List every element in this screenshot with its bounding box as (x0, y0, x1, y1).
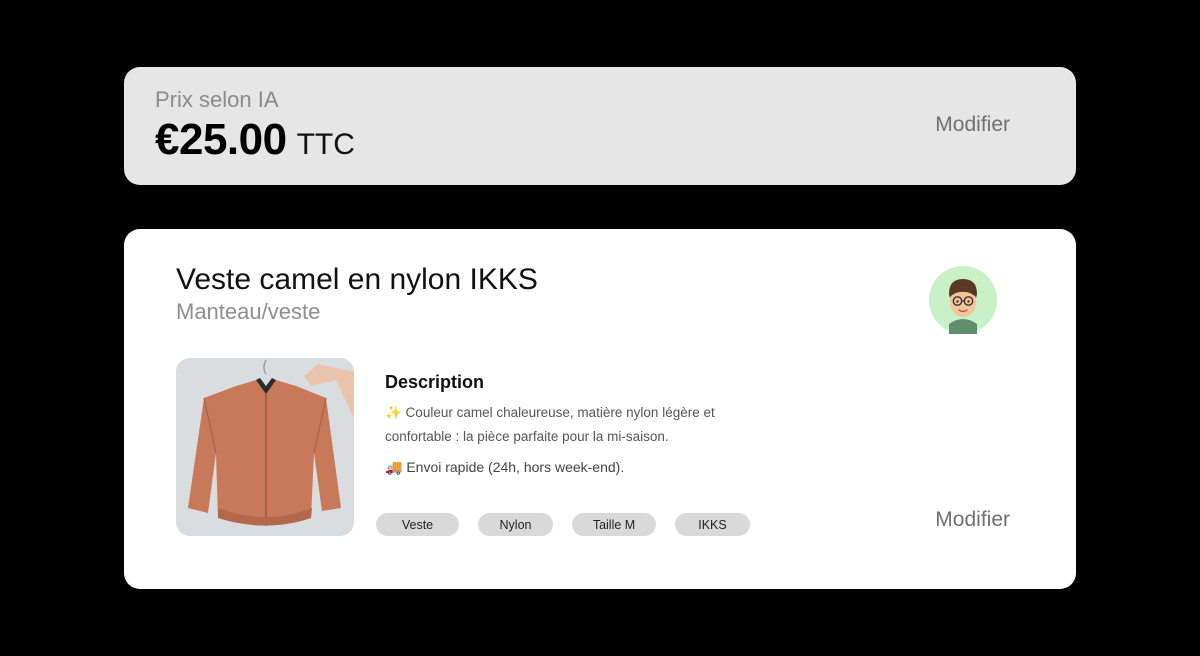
price-value: €25.00 (155, 115, 287, 164)
price-suffix: TTC (296, 128, 355, 161)
modify-price-button[interactable]: Modifier (935, 113, 1010, 137)
product-category: Manteau/veste (176, 299, 321, 324)
jacket-image (176, 358, 354, 536)
user-avatar-icon (949, 279, 977, 334)
product-photo (176, 358, 354, 536)
tag-nylon[interactable]: Nylon (478, 513, 553, 536)
tag-list: Veste Nylon Taille M IKKS (376, 513, 769, 536)
description-title: Description (385, 372, 485, 392)
tag-brand[interactable]: IKKS (675, 513, 750, 536)
price-row: €25.00 TTC (155, 115, 355, 165)
tag-veste[interactable]: Veste (376, 513, 459, 536)
price-label: Prix selon IA (155, 87, 279, 112)
product-title: Veste camel en nylon IKKS (176, 263, 538, 296)
price-card: Prix selon IA €25.00 TTC Modifier (124, 67, 1076, 185)
tag-taille[interactable]: Taille M (572, 513, 656, 536)
avatar[interactable] (929, 266, 997, 334)
modify-product-button[interactable]: Modifier (935, 508, 1010, 532)
shipping-text: 🚚 Envoi rapide (24h, hors week-end). (385, 459, 625, 475)
description-text: ✨ Couleur camel chaleureuse, matière nyl… (385, 405, 715, 444)
product-card: Veste camel en nylon IKKS Manteau/veste (124, 229, 1076, 589)
